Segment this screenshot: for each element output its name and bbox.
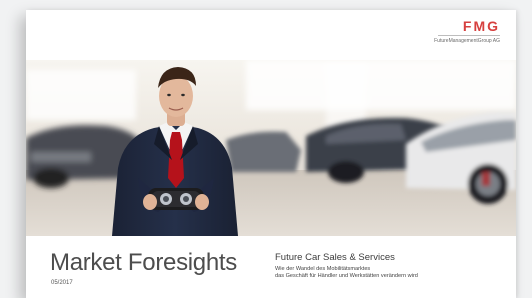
cover-subline-1: Wie der Wandel des Mobilitätsmarktes xyxy=(275,266,371,272)
report-cover: FMG FutureManagementGroup AG Market Fore… xyxy=(26,10,516,298)
cover-date: 05/2017 xyxy=(51,280,73,286)
cover-title: Market Foresights xyxy=(50,249,237,276)
logo-divider xyxy=(438,35,500,36)
company-logo: FMG FutureManagementGroup AG xyxy=(434,19,500,44)
cover-photo xyxy=(26,60,516,236)
car-mid xyxy=(226,131,301,172)
cover-headline: Future Car Sales & Services xyxy=(275,252,395,263)
logo-subtitle: FutureManagementGroup AG xyxy=(434,38,500,44)
logo-mark: FMG xyxy=(462,18,500,34)
cover-subline-2: das Geschäft für Händler und Werkstätten… xyxy=(275,273,418,279)
